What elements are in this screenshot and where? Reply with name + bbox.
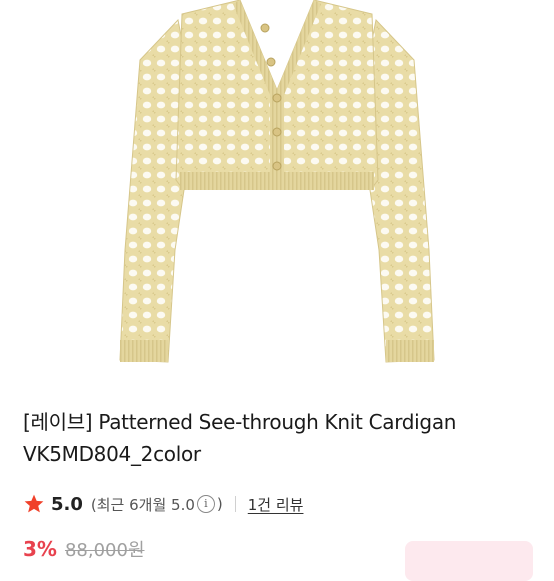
discount-rate: 3% (23, 537, 57, 561)
cardigan-illustration (119, 0, 435, 363)
info-icon[interactable]: i (196, 495, 215, 513)
review-count-link[interactable]: 1건 리뷰 (248, 494, 304, 515)
product-image[interactable] (0, 0, 554, 380)
recent-rating-prefix: (최근 6개월 5.0 (90, 495, 195, 514)
rating-score: 5.0 (51, 493, 83, 515)
divider (234, 496, 236, 512)
rating-row: 5.0 (최근 6개월 5.0 i ) 1건 리뷰 (23, 490, 303, 518)
original-price: 88,000원 (64, 540, 145, 561)
coupon-button[interactable] (405, 541, 533, 581)
recent-rating-suffix: ) (216, 495, 223, 513)
star-icon (24, 494, 44, 513)
recent-rating-note: (최근 6개월 5.0 i ) (91, 494, 223, 515)
product-title: [레이브] Patterned See-through Knit Cardiga… (23, 410, 457, 466)
price-row: 3% 88,000원 (23, 536, 145, 566)
